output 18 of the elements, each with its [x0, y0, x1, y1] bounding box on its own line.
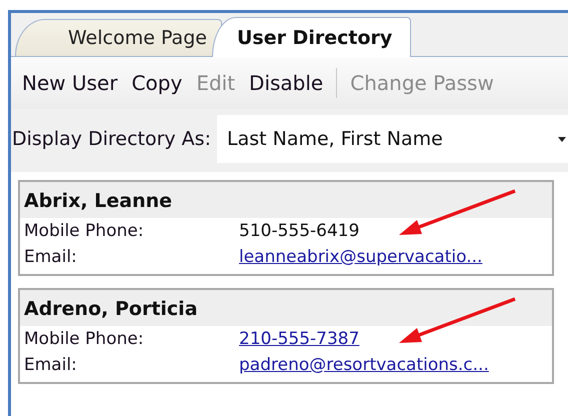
field-label: Mobile Phone: [24, 220, 145, 243]
email-link[interactable]: padreno@resortvacations.c... [239, 352, 489, 378]
toolbar-button[interactable]: Disable [242, 69, 330, 97]
field-label: Email: [24, 246, 78, 269]
phone-link[interactable]: 210-555-7387 [239, 326, 360, 352]
field-label: Email: [24, 354, 78, 377]
user-name: Adreno, Porticia [20, 290, 552, 326]
toolbar-button[interactable]: New User [15, 69, 125, 97]
field-label: Display Directory As: [11, 128, 211, 150]
email-link[interactable]: leanneabrix@supervacatio... [239, 244, 482, 270]
display-dropdown[interactable]: Last Name, First Name [216, 115, 568, 163]
user-name: Abrix, Leanne [20, 182, 552, 218]
phone-number: 510-555-6419 [239, 220, 360, 243]
tab[interactable]: User Directory [212, 17, 412, 57]
caret-icon [558, 136, 566, 142]
tab[interactable]: Welcome Page [15, 19, 222, 56]
field-label: Mobile Phone: [24, 328, 145, 351]
toolbar-button[interactable]: Copy [124, 69, 190, 97]
